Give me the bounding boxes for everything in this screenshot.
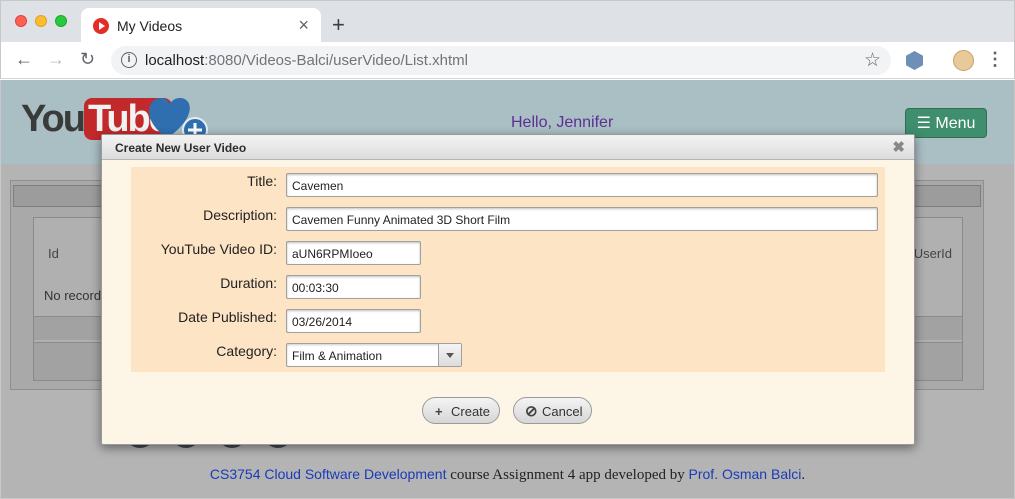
cancel-icon: ⊘ [525, 403, 538, 420]
bookmark-star-icon[interactable]: ☆ [864, 49, 881, 72]
chevron-down-icon [446, 353, 454, 358]
close-icon[interactable]: ✖ [892, 138, 905, 156]
form-panel: Title: Cavemen Description: Cavemen Funn… [131, 167, 885, 372]
footer-text: course Assignment 4 app developed by [446, 467, 689, 483]
plus-icon: + [435, 404, 443, 419]
cancel-button[interactable]: ⊘ Cancel [513, 397, 592, 424]
title-label: Title: [247, 173, 277, 189]
back-arrow-icon[interactable]: ← [15, 49, 33, 70]
browser-tabstrip: My Videos × + [0, 0, 1015, 43]
author-link[interactable]: Prof. Osman Balci [689, 466, 802, 482]
url-path: :8080/Videos-Balci/userVideo/List.xhtml [204, 52, 468, 69]
duration-label: Duration: [220, 275, 277, 291]
new-tab-button[interactable]: + [332, 12, 345, 38]
url-host: localhost [145, 52, 205, 69]
video-id-label: YouTube Video ID: [160, 241, 277, 257]
window-minimize-icon[interactable] [35, 15, 47, 27]
url-text: localhost:8080/Videos-Balci/userVideo/Li… [145, 52, 468, 69]
duration-input[interactable]: 00:03:30 [286, 275, 421, 299]
tab-title: My Videos [117, 18, 183, 34]
youtube-favicon-icon [93, 18, 109, 34]
forward-arrow-icon[interactable]: → [47, 49, 65, 70]
create-video-dialog: Create New User Video ✖ Title: Cavemen D… [101, 134, 915, 445]
menu-button[interactable]: ☰ Menu [905, 108, 987, 138]
category-dropdown-button[interactable] [438, 344, 461, 366]
info-icon[interactable]: i [121, 52, 137, 68]
description-input[interactable]: Cavemen Funny Animated 3D Short Film [286, 207, 878, 231]
category-label: Category: [216, 343, 277, 359]
tab-close-icon[interactable]: × [298, 15, 309, 36]
create-button[interactable]: + Create [422, 397, 500, 424]
extension-cube-icon[interactable] [906, 51, 923, 70]
date-published-input[interactable]: 03/26/2014 [286, 309, 421, 333]
window-close-icon[interactable] [15, 15, 27, 27]
course-link[interactable]: CS3754 Cloud Software Development [210, 466, 447, 482]
page-footer: CS3754 Cloud Software Development course… [1, 466, 1014, 484]
window-maximize-icon[interactable] [55, 15, 67, 27]
category-selected-value: Film & Animation [292, 349, 383, 363]
browser-menu-icon[interactable]: ⋮ [986, 49, 1004, 70]
logo-you: You [21, 98, 86, 140]
cancel-label: Cancel [542, 404, 583, 419]
title-input[interactable]: Cavemen [286, 173, 878, 197]
address-bar[interactable]: i localhost:8080/Videos-Balci/userVideo/… [111, 46, 891, 75]
reload-icon[interactable]: ↻ [80, 49, 95, 70]
footer-end: . [801, 467, 806, 483]
video-id-input[interactable]: aUN6RPMIoeo [286, 241, 421, 265]
browser-tab[interactable]: My Videos × [81, 8, 321, 43]
create-label: Create [451, 404, 491, 419]
browser-toolbar: ← → ↻ i localhost:8080/Videos-Balci/user… [0, 42, 1015, 79]
profile-avatar-icon[interactable] [953, 50, 974, 71]
description-label: Description: [203, 207, 277, 223]
dialog-title: Create New User Video [115, 141, 247, 155]
date-published-label: Date Published: [178, 309, 277, 325]
dialog-titlebar[interactable]: Create New User Video ✖ [102, 135, 914, 160]
column-header-id[interactable]: Id [48, 246, 59, 261]
greeting-text: Hello, Jennifer [511, 114, 614, 131]
category-select[interactable]: Film & Animation [286, 343, 462, 367]
column-header-userid[interactable]: UserId [914, 246, 952, 261]
